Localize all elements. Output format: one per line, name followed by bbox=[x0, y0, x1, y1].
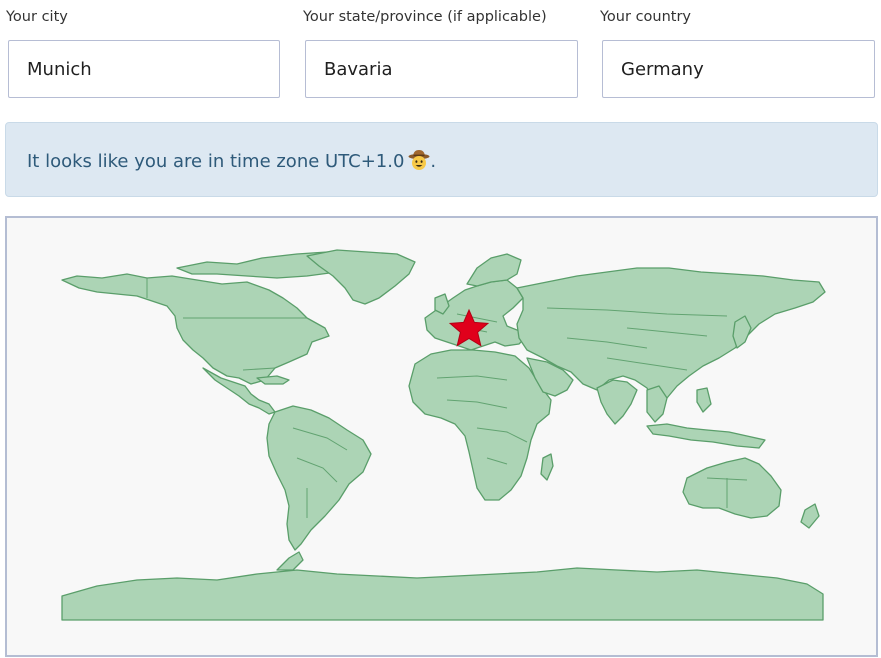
country-input[interactable] bbox=[602, 40, 875, 98]
state-input[interactable] bbox=[305, 40, 578, 98]
madagascar-island bbox=[540, 453, 554, 481]
north-america-landmass bbox=[61, 273, 330, 385]
location-form: Your city Your state/province (if applic… bbox=[0, 0, 881, 105]
greenland-landmass bbox=[306, 249, 416, 305]
country-label: Your country bbox=[600, 9, 692, 25]
state-label: Your state/province (if applicable) bbox=[303, 9, 547, 25]
antarctica-landmass bbox=[61, 567, 824, 621]
antarctic-peninsula bbox=[276, 551, 304, 571]
timezone-alert: It looks like you are in time zone UTC+1… bbox=[5, 122, 878, 197]
new-zealand-islands bbox=[800, 503, 820, 529]
timezone-message: It looks like you are in time zone UTC+1… bbox=[27, 151, 405, 172]
timezone-message-period: . bbox=[430, 151, 437, 172]
city-label: Your city bbox=[6, 9, 68, 25]
world-map-canvas bbox=[61, 249, 826, 621]
indonesia-islands bbox=[646, 423, 766, 449]
philippines-islands bbox=[696, 387, 712, 413]
cowboy-hat-face-icon bbox=[408, 149, 430, 171]
scandinavia-landmass bbox=[466, 253, 522, 287]
city-input[interactable] bbox=[8, 40, 280, 98]
africa-landmass bbox=[408, 349, 552, 501]
timezone-alert-content: It looks like you are in time zone UTC+1… bbox=[27, 149, 436, 172]
australia-landmass bbox=[682, 457, 782, 519]
caribbean-islands bbox=[256, 375, 290, 385]
world-map[interactable] bbox=[5, 216, 878, 657]
indian-subcontinent bbox=[596, 379, 638, 425]
south-america-landmass bbox=[266, 405, 372, 551]
